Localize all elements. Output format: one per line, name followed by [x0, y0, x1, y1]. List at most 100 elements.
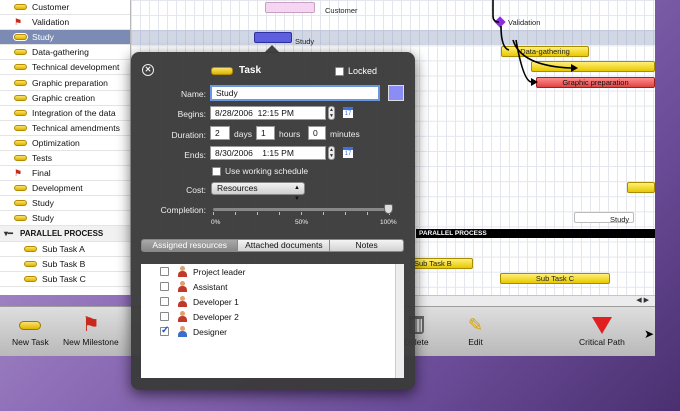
begins-field[interactable]: 8/28/2006 12:15 PM: [210, 106, 326, 120]
working-schedule-checkbox-box[interactable]: [212, 166, 221, 176]
person-icon: [178, 311, 187, 322]
task-pill-icon: [14, 49, 27, 56]
task-row-label: Sub Task A: [42, 243, 85, 254]
resource-item[interactable]: Project leader: [141, 264, 404, 279]
task-row[interactable]: Technical amendments: [0, 121, 130, 136]
task-row[interactable]: ▾━ PARALLEL PROCESS: [0, 226, 130, 242]
task-row[interactable]: Data-gathering: [0, 45, 130, 61]
resource-checkbox[interactable]: [160, 325, 169, 336]
duration-hours-field[interactable]: 1: [256, 126, 275, 140]
task-pill-icon: [24, 275, 37, 282]
resource-item[interactable]: Developer 2: [141, 309, 404, 324]
resource-item[interactable]: Assistant: [141, 279, 404, 294]
slider-tick: [301, 212, 302, 215]
task-pill-icon: [14, 154, 27, 161]
edit-label: Edit: [468, 337, 483, 347]
task-row[interactable]: Sub Task A: [0, 242, 130, 257]
working-schedule-checkbox[interactable]: Use working schedule: [212, 166, 308, 176]
name-label: Name:: [180, 89, 206, 99]
group-disclosure-icon[interactable]: ▾━: [4, 229, 18, 238]
begins-stepper[interactable]: ▲ ▼: [328, 106, 335, 120]
ends-date: 8/30/2006: [215, 148, 253, 158]
cost-select[interactable]: Resources ▲ ▼: [211, 182, 305, 202]
ends-stepper[interactable]: ▲ ▼: [328, 146, 335, 160]
resource-checkbox[interactable]: [160, 282, 169, 291]
resource-checkbox[interactable]: [160, 312, 169, 321]
task-row[interactable]: ⚑ Validation: [0, 15, 130, 31]
task-row-label: Study: [32, 32, 54, 43]
resource-checkbox[interactable]: [160, 267, 169, 276]
new-milestone-label: New Milestone: [63, 337, 119, 347]
task-row[interactable]: Tests: [0, 151, 130, 167]
task-row-label: Study: [32, 213, 54, 224]
resource-list-scrollbar[interactable]: [395, 264, 404, 378]
task-pill-icon: [14, 4, 27, 11]
task-row[interactable]: Optimization: [0, 136, 130, 151]
task-row-label: Optimization: [32, 137, 80, 148]
task-pill-icon: [14, 64, 27, 71]
critical-path-button[interactable]: Critical Path: [579, 313, 625, 347]
resource-checkbox[interactable]: [160, 297, 169, 306]
ends-calendar-icon[interactable]: 17: [343, 147, 353, 158]
name-field[interactable]: Study: [210, 85, 380, 101]
tab-attached-documents[interactable]: Attached documents: [238, 239, 331, 252]
completion-slider[interactable]: [213, 208, 389, 211]
completion-slider-thumb[interactable]: [384, 204, 393, 214]
ends-field[interactable]: 8/30/2006 1:15 PM: [210, 146, 326, 160]
color-swatch[interactable]: [388, 85, 404, 101]
task-row-label: Customer: [32, 2, 70, 13]
task-row[interactable]: Customer: [0, 0, 130, 16]
slider-tick: [235, 212, 236, 215]
slider-tick: [345, 212, 346, 215]
tab-assigned-resources[interactable]: Assigned resources: [141, 239, 239, 252]
locked-checkbox-box[interactable]: [335, 66, 344, 76]
cost-value: Resources: [217, 183, 258, 193]
begins-date: 8/28/2006: [215, 108, 253, 118]
flag-icon: ⚑: [14, 16, 23, 27]
resource-name: Designer: [193, 326, 228, 337]
begins-calendar-icon[interactable]: 17: [343, 107, 353, 118]
ends-time: 1:15 PM: [262, 148, 294, 158]
slider-tick: [367, 212, 368, 215]
select-arrows-icon: ▲ ▼: [294, 185, 300, 202]
task-row[interactable]: Sub Task B: [0, 257, 130, 272]
task-pill-icon: [14, 124, 27, 131]
popover-notch: [264, 45, 280, 53]
task-row[interactable]: Graphic preparation: [0, 75, 130, 91]
task-row[interactable]: Development: [0, 181, 130, 197]
days-unit: days: [234, 129, 252, 139]
duration-minutes-field[interactable]: 0: [308, 126, 326, 140]
resource-item[interactable]: Designer: [141, 324, 404, 339]
tick-label-100: 100%: [380, 219, 397, 226]
close-icon[interactable]: ✕: [142, 64, 154, 76]
task-row[interactable]: Integration of the data: [0, 106, 130, 121]
task-row[interactable]: ⚑ Final: [0, 166, 130, 182]
task-pill-icon: [24, 260, 37, 267]
task-row-label: Final: [32, 168, 51, 179]
edit-button[interactable]: ✎ Edit: [468, 313, 483, 348]
scroll-arrows-icon[interactable]: ◀ ▶: [636, 296, 649, 304]
mouse-cursor-icon: ➤: [644, 327, 655, 341]
resource-item[interactable]: Developer 1: [141, 294, 404, 309]
resource-name: Developer 1: [193, 296, 239, 307]
critical-path-icon: [591, 316, 612, 334]
task-row[interactable]: Study: [0, 196, 130, 212]
task-row-label: Development: [32, 183, 83, 194]
tab-notes[interactable]: Notes: [330, 239, 404, 252]
task-pill-icon: [14, 79, 27, 86]
new-milestone-button[interactable]: ⚑ New Milestone: [63, 313, 119, 347]
hours-unit: hours: [279, 129, 301, 139]
task-row[interactable]: Graphic creation: [0, 91, 130, 106]
task-row[interactable]: Technical development: [0, 60, 130, 76]
resource-list: Project leader Assistant Developer 1 Develo…: [141, 264, 404, 378]
task-pill-icon: [14, 215, 27, 222]
new-task-button[interactable]: New Task: [12, 313, 49, 347]
task-row[interactable]: Study: [0, 30, 130, 46]
duration-days-field[interactable]: 2: [210, 126, 230, 140]
task-row-label: Technical amendments: [32, 122, 120, 133]
task-row[interactable]: Sub Task C: [0, 272, 130, 287]
person-icon: [178, 266, 187, 277]
person-icon: [178, 326, 187, 337]
task-row[interactable]: Study: [0, 211, 130, 227]
locked-checkbox[interactable]: Locked: [335, 66, 377, 76]
